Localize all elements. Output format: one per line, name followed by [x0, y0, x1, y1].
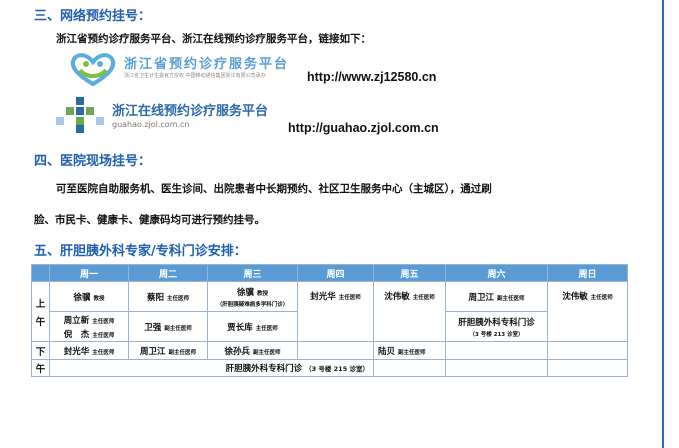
- afternoon-label: 下: [31, 341, 50, 360]
- schedule-cell: 徐骥 教授 （肝胆胰疑难病多学科门诊）: [207, 281, 298, 312]
- day-header: 周四: [297, 264, 374, 282]
- header-corner: [31, 264, 50, 282]
- section4-line2: 脸、市民卡、健康卡、健康码均可进行预约挂号。: [34, 214, 265, 226]
- day-header: 周六: [445, 264, 548, 282]
- schedule-cell: 肝胆胰外科专科门诊 （3 号楼 213 诊室）: [445, 311, 548, 342]
- schedule-cell: 周卫江 副主任医师: [445, 281, 548, 312]
- afternoon-row-a: 下 封光华 主任医师 周卫江 副主任医师 徐孙兵 副主任医师 陆贝 副主任医师: [31, 341, 628, 360]
- section4-line1: 可至医院自助服务机、医生诊间、出院患者中长期预约、社区卫生服务中心（主城区），通…: [56, 183, 492, 195]
- schedule-table: 周一 周二 周三 周四 周五 周六 周日 上午 徐骥 教授 蔡阳 主任医师 徐骥…: [31, 264, 628, 377]
- section5-title: 五、肝胆胰外科专家/专科门诊安排：: [34, 244, 247, 259]
- day-header: 周二: [128, 264, 208, 282]
- schedule-cell: [373, 359, 446, 377]
- schedule-cell: 沈伟敏 主任医师: [547, 281, 628, 342]
- zj12580-logo: 浙江省预约诊疗服务平台 浙江省卫生计生委官方授权 中国移动通信集团浙江有限公司承…: [66, 50, 306, 90]
- morning-label: 上午: [31, 281, 50, 342]
- schedule-cell: 卫强 副主任医师: [128, 311, 208, 342]
- schedule-cell: 周卫江 副主任医师: [128, 341, 208, 360]
- schedule-cell: 周立新 主任医师 倪 杰 主任医师: [49, 311, 129, 342]
- schedule-cell: 封光华 主任医师: [297, 281, 374, 342]
- schedule-cell: [547, 341, 628, 360]
- zj12580-heart-icon: [70, 53, 116, 87]
- schedule-cell: 蔡阳 主任医师: [128, 281, 208, 312]
- day-header: 周五: [373, 264, 446, 282]
- section3-intro: 浙江省预约诊疗服务平台、浙江在线预约诊疗服务平台，链接如下：: [56, 33, 371, 45]
- afternoon-row-b: 午 肝胆胰外科专科门诊 （3 号楼 215 诊室）: [31, 359, 628, 377]
- schedule-cell: [547, 359, 628, 377]
- schedule-cell: [297, 341, 374, 360]
- schedule-cell: [445, 359, 548, 377]
- schedule-cell: 贾长库 主任医师: [207, 311, 298, 342]
- schedule-cell: 沈伟敏 主任医师: [373, 281, 446, 342]
- zjol-link[interactable]: http://guahao.zjol.com.cn: [288, 121, 439, 135]
- morning-row-a: 上午 徐骥 教授 蔡阳 主任医师 徐骥 教授 （肝胆胰疑难病多学科门诊） 封光华 …: [31, 281, 628, 342]
- section3-title: 三、网络预约挂号：: [34, 9, 152, 24]
- page-border: [662, 0, 664, 448]
- day-header: 周三: [207, 264, 298, 282]
- zj12580-logo-subtitle: 浙江省卫生计生委官方授权 中国移动通信集团浙江有限公司承办: [124, 73, 266, 79]
- schedule-cell: 肝胆胰外科专科门诊 （3 号楼 215 诊室）: [49, 359, 374, 377]
- zjol-logo-subtitle: guahao.zjol.com.cn: [112, 120, 190, 129]
- day-header: 周一: [49, 264, 129, 282]
- schedule-cell: 徐骥 教授: [49, 281, 129, 312]
- schedule-cell: 封光华 主任医师: [49, 341, 129, 360]
- zjol-logo: 浙江在线预约诊疗服务平台 guahao.zjol.com.cn: [56, 97, 296, 137]
- schedule-cell: [445, 341, 548, 360]
- zjol-mosaic-icon: [56, 97, 104, 133]
- schedule-cell: 徐孙兵 副主任医师: [207, 341, 298, 360]
- day-header: 周日: [547, 264, 628, 282]
- zj12580-logo-title: 浙江省预约诊疗服务平台: [124, 57, 290, 72]
- schedule-cell: 陆贝 副主任医师: [373, 341, 446, 360]
- zjol-logo-title: 浙江在线预约诊疗服务平台: [112, 104, 269, 119]
- afternoon-label: 午: [31, 359, 50, 377]
- zj12580-link[interactable]: http://www.zj12580.cn: [307, 70, 436, 84]
- schedule-header-row: 周一 周二 周三 周四 周五 周六 周日: [31, 264, 628, 282]
- section4-title: 四、医院现场挂号：: [34, 154, 152, 169]
